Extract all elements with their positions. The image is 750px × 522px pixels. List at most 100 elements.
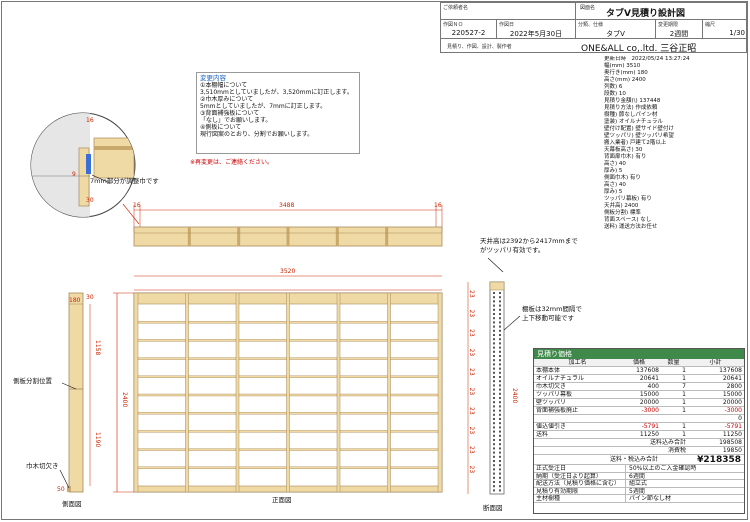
quote-cell-qty: 1: [682, 399, 686, 406]
front-shelf: [339, 357, 388, 360]
section-dim-label: 23: [468, 427, 475, 435]
quote-cell-name: ツッパリ幕板: [536, 391, 573, 398]
quote-row: 送料 11250 1 11250: [534, 431, 744, 439]
shelf-pin-hole: [493, 460, 495, 462]
plan-divider: [385, 227, 389, 246]
detail-view: 16 9 30: [30, 112, 136, 218]
front-shelf: [188, 448, 237, 451]
side-dim-lower: 1190: [94, 432, 101, 447]
condition-key: 納期（受注日より起算）: [534, 472, 626, 480]
shelf-pin-hole: [493, 346, 495, 349]
front-shelf: [289, 466, 338, 469]
condition-key: 見積り有効期限: [534, 487, 626, 495]
front-view: 3520 37558205582055820558205582055837 24…: [113, 268, 443, 493]
shelf-note-2: 上下移動可能です: [522, 313, 575, 322]
front-shelf: [188, 357, 237, 360]
front-shelf: [238, 375, 287, 378]
top-plan-view: 16 16 3488: [133, 202, 443, 247]
front-divider: [185, 292, 189, 493]
condition-row: 見積り有効期限 5週間: [534, 487, 744, 496]
shelf-pin-hole: [499, 334, 501, 336]
shelf-pin-hole: [493, 304, 495, 307]
front-side-panel-right: [437, 292, 443, 493]
quote-cell-name: 背面補強板廃止: [536, 407, 579, 414]
quote-cell-qty: [661, 415, 689, 422]
shelf-pin-hole: [493, 413, 495, 416]
front-shelf: [339, 393, 388, 397]
shelf-pin-hole: [499, 401, 501, 404]
front-shelf: [289, 448, 338, 451]
front-shelf: [289, 375, 338, 378]
side-view-label: 側面図: [62, 500, 82, 508]
front-shelf: [137, 321, 186, 324]
quote-col-item: 加工名: [568, 359, 587, 366]
section-dim-label: 23: [468, 368, 475, 376]
top-dim-total: 3488: [279, 202, 294, 209]
side-dim-bottom: 50: [57, 486, 65, 493]
shelf-pin-hole: [493, 296, 495, 299]
front-shelf: [339, 339, 388, 342]
quote-cell-price: -3000: [641, 407, 659, 414]
shelf-pin-hole: [493, 489, 495, 492]
shelf-pin-hole: [499, 443, 501, 446]
section-view-label: 断面図: [483, 503, 503, 512]
front-shelf: [188, 339, 237, 342]
shelf-pin-hole: [499, 350, 501, 353]
front-shelf: [137, 448, 186, 451]
shelf-pin-hole: [499, 308, 501, 311]
shelf-pin-hole: [499, 388, 501, 391]
front-side-panel-left: [133, 292, 139, 493]
shelf-pin-hole: [493, 334, 495, 336]
side-split-label: 側板分割位置: [13, 376, 53, 385]
shelf-pin-hole: [493, 317, 495, 320]
shelf-pin-hole: [499, 346, 501, 349]
quote-col-sub: 小計: [709, 359, 722, 366]
shelf-pin-hole: [499, 485, 501, 488]
shelf-pin-hole: [493, 380, 495, 383]
shelf-pin-hole: [493, 426, 495, 429]
shelf-pin-hole: [493, 434, 495, 437]
shelf-pin-hole: [499, 392, 501, 395]
front-shelf: [238, 339, 287, 342]
quote-cell-name: オイルナチュラル: [536, 375, 585, 382]
shelf-pin-hole: [499, 451, 501, 454]
front-shelf: [339, 321, 388, 324]
shelf-pin-hole: [493, 325, 495, 328]
quote-cell-qty: 1: [682, 423, 686, 430]
front-shelf: [238, 430, 287, 433]
quote-cell-price: 15000: [639, 391, 659, 398]
shelf-pin-hole: [493, 439, 495, 441]
shelf-note-1: 棚板は32mm間隔で: [522, 304, 582, 313]
front-shelf: [289, 430, 338, 433]
tax-label: 消費税: [667, 447, 686, 454]
shelf-pin-hole: [493, 464, 495, 467]
front-shelf: [137, 430, 186, 433]
shelf-pin-hole: [493, 308, 495, 311]
quote-row: オイルナチュラル 20641 1 20641: [534, 375, 744, 383]
adjust-note: 7mm部分が調整巾です: [90, 176, 159, 185]
shelf-pin-hole: [499, 296, 501, 299]
quote-cell-name: 巾木切欠き: [536, 383, 567, 390]
shelf-pin-hole: [499, 359, 501, 362]
front-shelf: [390, 448, 439, 451]
total-label: 送料・税込み合計: [609, 456, 658, 463]
total-value: ¥218358: [697, 455, 741, 464]
shelf-pin-hole: [493, 447, 495, 450]
quote-cell-name: 壁ツッパリ: [536, 399, 567, 406]
shelf-pin-hole: [493, 350, 495, 353]
shelf-pin-hole: [493, 422, 495, 425]
front-shelf: [137, 466, 186, 469]
ceiling-note-1: 天井高は2392から2417mmまで: [480, 236, 578, 245]
shelf-pin-hole: [499, 363, 501, 366]
shelf-pin-hole: [493, 468, 495, 471]
front-shelf: [188, 430, 237, 433]
front-shelf: [188, 321, 237, 324]
plan-divider: [187, 227, 191, 246]
subtotal-value: 198508: [719, 439, 742, 446]
front-shelf: [137, 357, 186, 360]
shelf-pin-hole: [493, 342, 495, 345]
tax-value: 19850: [722, 447, 742, 454]
quote-cell-sub: -5791: [724, 423, 742, 430]
shelf-pin-hole: [493, 481, 495, 483]
quote-cell-price: 137608: [636, 367, 659, 374]
